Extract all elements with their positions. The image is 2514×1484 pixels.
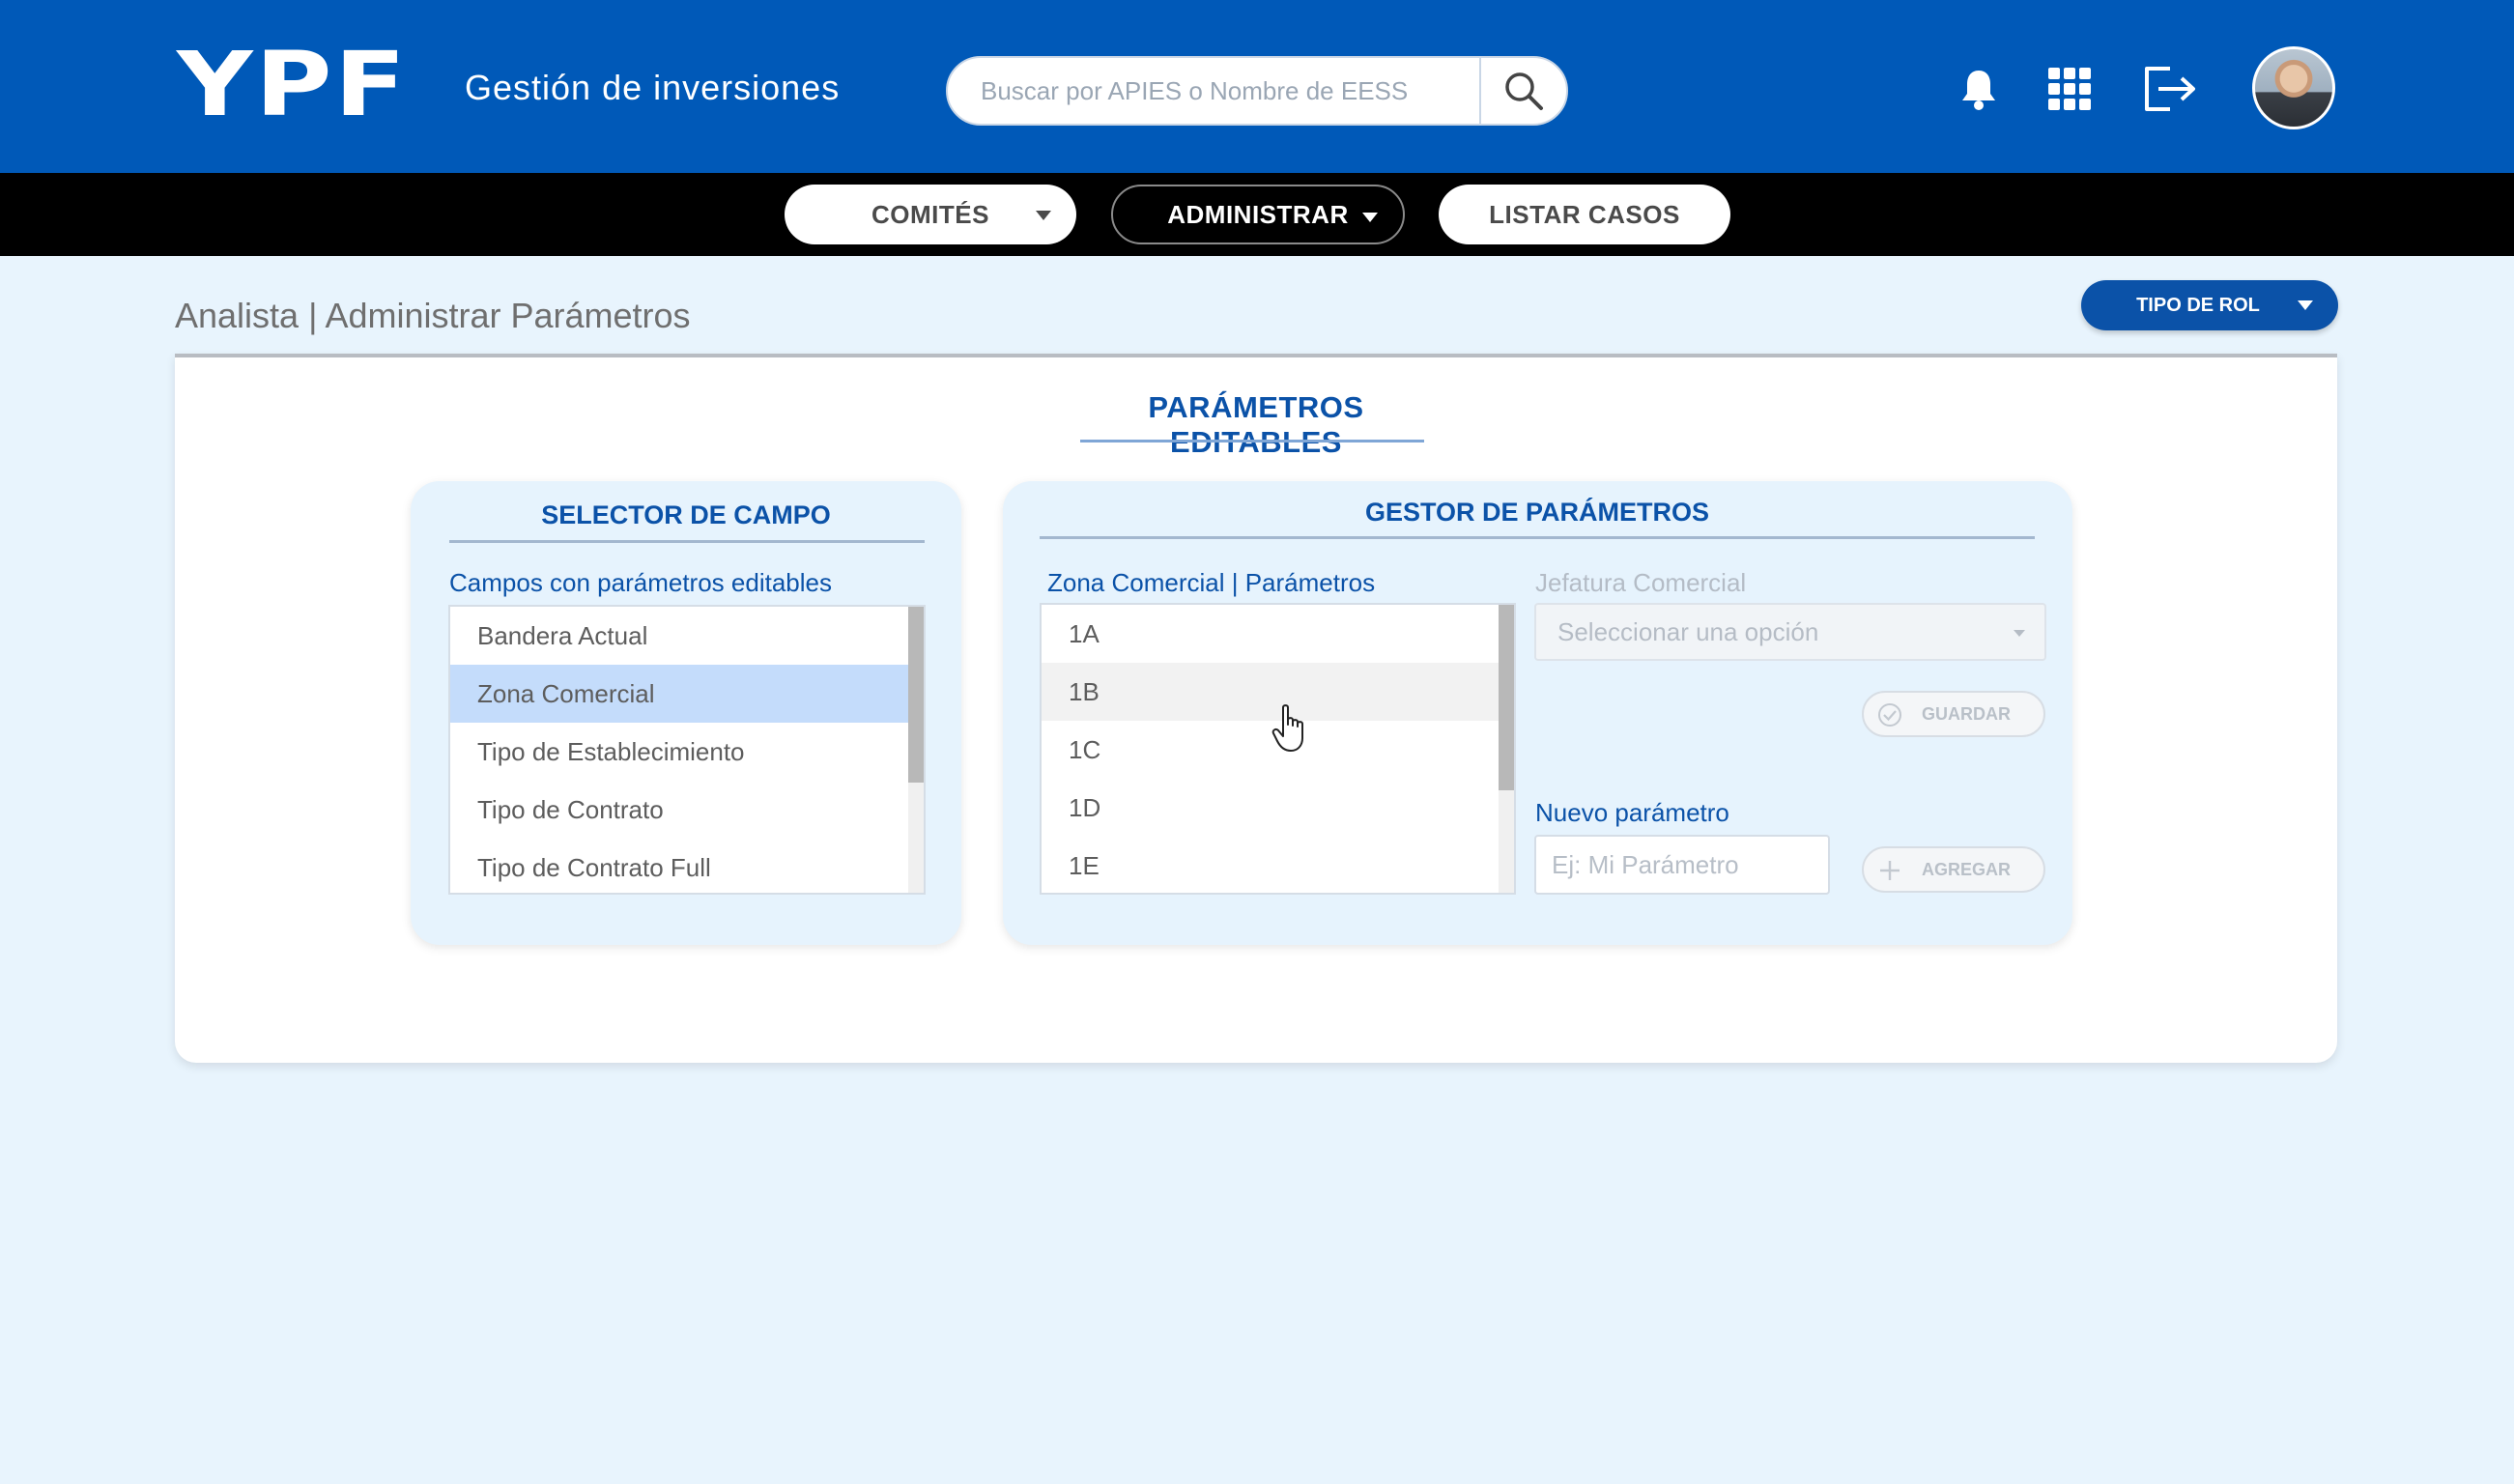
list-item[interactable]: 1D [1042, 779, 1514, 837]
notifications-button[interactable] [1950, 60, 2008, 118]
bell-icon [1962, 71, 1995, 110]
section-underline [1080, 440, 1424, 442]
selector-divider [449, 540, 925, 543]
selector-label: Campos con parámetros editables [449, 568, 832, 597]
check-circle-icon [1878, 703, 1901, 727]
apps-button[interactable] [2041, 60, 2099, 118]
chevron-down-icon [1362, 213, 1378, 222]
save-button-label: GUARDAR [1922, 703, 2011, 724]
chevron-down-icon [2014, 630, 2025, 637]
manager-divider [1040, 536, 2035, 539]
search-icon [1505, 72, 1543, 110]
selector-title: SELECTOR DE CAMPO [541, 500, 831, 529]
list-item[interactable]: Tipo de Contrato Full [450, 839, 924, 893]
top-header: YPF Gestión de inversiones [0, 0, 2514, 173]
role-type-label: TIPO DE ROL [2136, 294, 2260, 316]
list-item[interactable]: Tipo de Establecimiento [450, 723, 924, 781]
role-type-dropdown[interactable]: TIPO DE ROL [2081, 280, 2338, 330]
jefatura-select[interactable]: Seleccionar una opción [1534, 603, 2046, 661]
user-avatar[interactable] [2252, 46, 2335, 129]
section-title: PARÁMETROS EDITABLES [1148, 390, 1364, 459]
scrollbar-thumb[interactable] [908, 607, 924, 783]
jefatura-select-value: Seleccionar una opción [1557, 617, 1819, 646]
params-list-label: Zona Comercial | Parámetros [1047, 568, 1376, 597]
logout-icon [2145, 67, 2195, 111]
search-bar [946, 56, 1568, 126]
list-item[interactable]: 1A [1042, 605, 1514, 663]
apps-grid-icon [2048, 68, 2091, 110]
list-item-selected[interactable]: Zona Comercial [450, 665, 924, 723]
list-item[interactable]: 1E [1042, 837, 1514, 893]
logout-button[interactable] [2141, 60, 2199, 118]
nav-comites[interactable]: COMITÉS [785, 185, 1076, 244]
nav-administrar-label: ADMINISTRAR [1167, 199, 1349, 229]
chevron-down-icon [1036, 211, 1051, 220]
jefatura-label: Jefatura Comercial [1535, 568, 1747, 597]
nav-listar-casos-label: LISTAR CASOS [1489, 199, 1680, 229]
field-listbox[interactable]: Bandera Actual Zona Comercial Tipo de Es… [448, 605, 926, 895]
save-button[interactable]: GUARDAR [1862, 691, 2045, 737]
nav-listar-casos[interactable]: LISTAR CASOS [1439, 185, 1730, 244]
new-param-label: Nuevo parámetro [1535, 798, 1729, 827]
manager-title: GESTOR DE PARÁMETROS [1364, 498, 1710, 527]
new-param-input[interactable] [1534, 835, 1830, 895]
breadcrumb: Analista | Administrar Parámetros [175, 296, 691, 335]
plus-icon [1880, 861, 1900, 880]
list-item[interactable]: Tipo de Contrato [450, 781, 924, 839]
search-input[interactable] [948, 58, 1481, 124]
nav-comites-label: COMITÉS [871, 199, 989, 229]
nav-administrar[interactable]: ADMINISTRAR [1111, 185, 1405, 244]
hand-cursor-icon [1271, 704, 1303, 752]
chevron-down-icon [2298, 300, 2313, 310]
app-title: Gestión de inversiones [465, 68, 841, 107]
search-button[interactable] [1479, 58, 1566, 124]
main-nav: COMITÉS ADMINISTRAR LISTAR CASOS [0, 173, 2514, 256]
add-button[interactable]: AGREGAR [1862, 846, 2045, 893]
ypf-logo[interactable]: YPF [177, 41, 408, 129]
list-item[interactable]: Bandera Actual [450, 607, 924, 665]
add-button-label: AGREGAR [1922, 859, 2012, 879]
scrollbar-thumb[interactable] [1499, 605, 1514, 790]
